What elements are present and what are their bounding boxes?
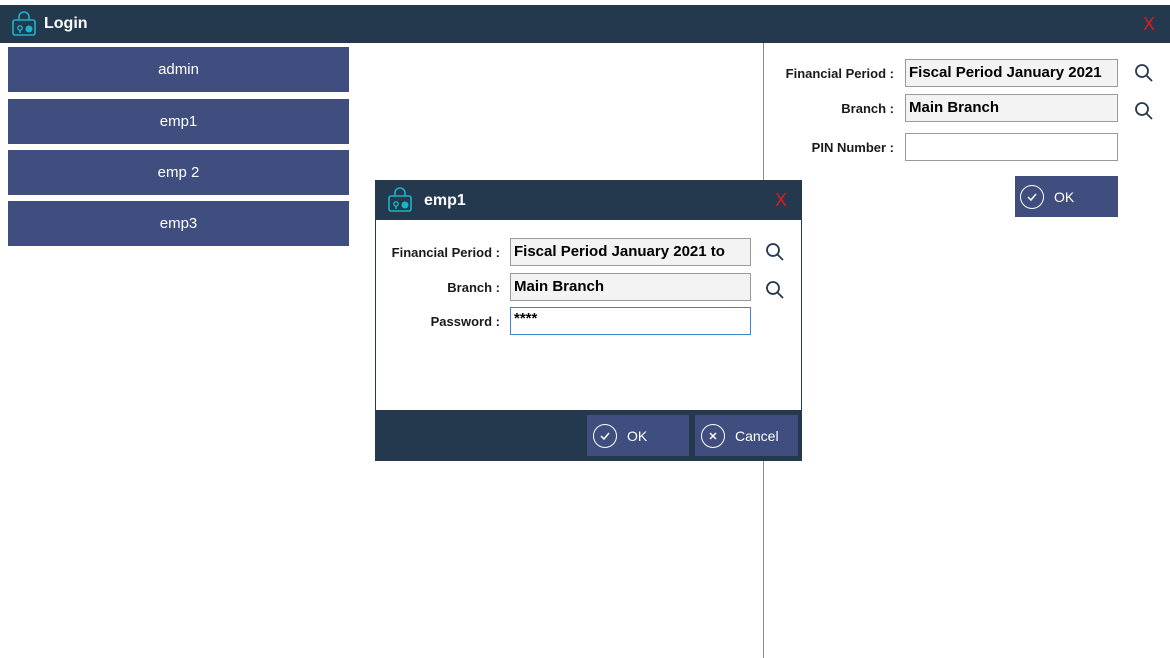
user-button-admin[interactable]: admin [8, 47, 349, 92]
dialog-financial-period-search-icon[interactable] [765, 242, 785, 262]
dialog-cancel-label: Cancel [735, 427, 779, 444]
user-login-dialog: emp1 X Financial Period : Fiscal Period … [375, 180, 802, 461]
branch-search-icon[interactable] [1134, 101, 1154, 121]
user-button-emp2[interactable]: emp 2 [8, 150, 349, 195]
window-close-button[interactable]: X [1143, 14, 1155, 35]
dialog-titlebar: emp1 X [376, 181, 801, 220]
login-ok-button[interactable]: OK [1015, 176, 1118, 217]
dialog-footer: OK Cancel [376, 410, 801, 460]
dialog-cancel-button[interactable]: Cancel [695, 415, 798, 456]
dialog-branch-search-icon[interactable] [765, 280, 785, 300]
window-titlebar: Login X [0, 5, 1170, 43]
dialog-ok-label: OK [627, 427, 648, 444]
dialog-financial-period-field: Fiscal Period January 2021 to [510, 238, 751, 266]
check-circle-icon [593, 423, 617, 448]
dialog-password-label: Password : [430, 314, 500, 329]
financial-period-field: Fiscal Period January 2021 [905, 59, 1118, 87]
window-title: Login [44, 15, 88, 32]
dialog-password-input[interactable]: **** [510, 307, 751, 335]
branch-field: Main Branch [905, 94, 1118, 122]
financial-period-search-icon[interactable] [1134, 63, 1154, 83]
dialog-branch-field: Main Branch [510, 273, 751, 301]
dialog-branch-label: Branch : [447, 280, 500, 295]
dialog-title: emp1 [424, 192, 466, 209]
pin-number-input[interactable] [905, 133, 1118, 161]
check-circle-icon [1020, 184, 1044, 209]
dialog-ok-button[interactable]: OK [587, 415, 689, 456]
user-button-emp1[interactable]: emp1 [8, 99, 349, 144]
login-form-panel: Financial Period : Fiscal Period January… [763, 43, 1170, 658]
financial-period-label: Financial Period : [785, 66, 894, 81]
user-button-emp3[interactable]: emp3 [8, 201, 349, 246]
login-icon [12, 11, 36, 36]
dialog-close-button[interactable]: X [775, 190, 787, 211]
login-icon [388, 187, 412, 212]
branch-label: Branch : [841, 101, 894, 116]
pin-number-label: PIN Number : [811, 140, 894, 155]
dialog-financial-period-label: Financial Period : [391, 245, 500, 260]
x-circle-icon [701, 423, 725, 448]
login-ok-label: OK [1054, 188, 1075, 205]
